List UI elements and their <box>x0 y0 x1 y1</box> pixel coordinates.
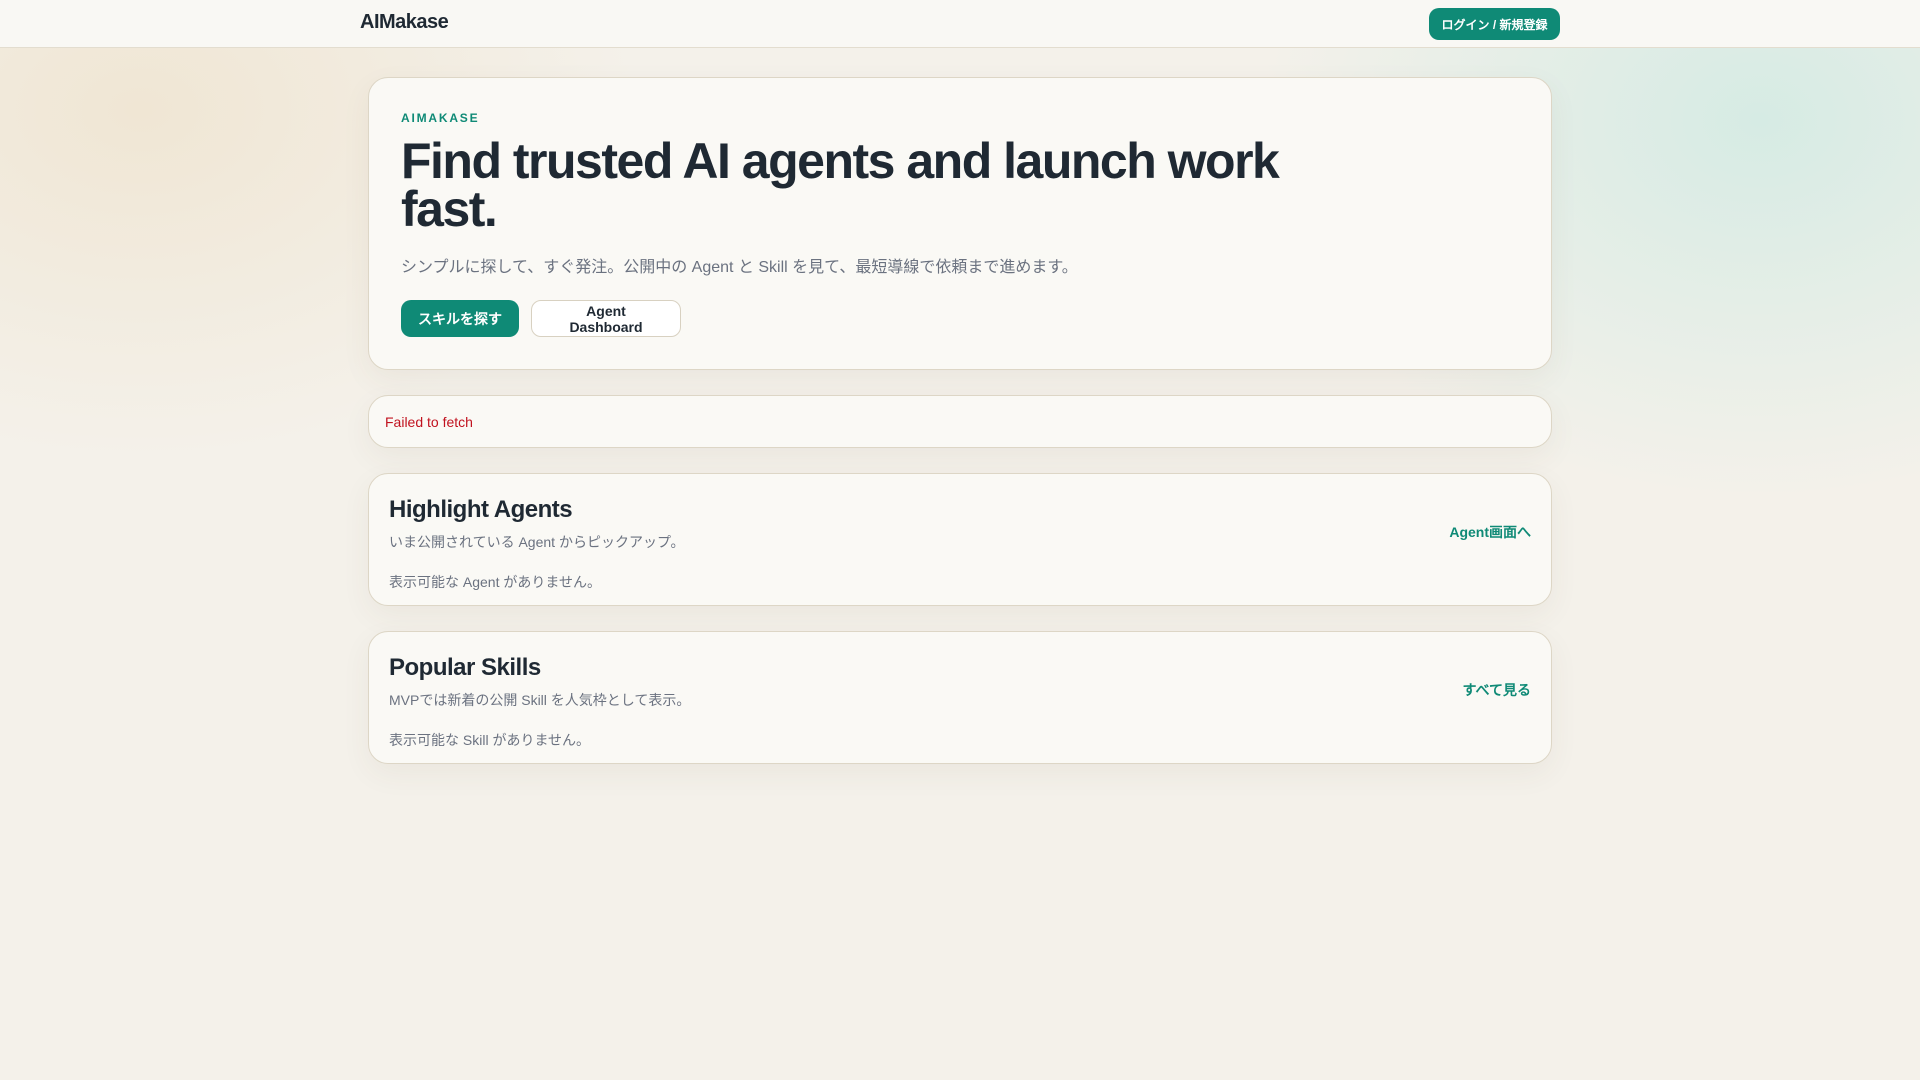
hero-subtitle: シンプルに探して、すぐ発注。公開中の Agent と Skill を見て、最短導… <box>401 259 1078 276</box>
hero-headline: Find trusted AI agents and launch work f… <box>401 133 1280 237</box>
agent-page-link[interactable]: Agent画面へ <box>1449 522 1531 542</box>
empty-state: 表示可能な Agent がありません。 <box>389 574 601 590</box>
highlight-agents-section: Highlight Agents いま公開されている Agent からピックアッ… <box>368 473 1552 606</box>
popular-skills-section: Popular Skills MVPでは新着の公開 Skill を人気枠として表… <box>368 631 1552 764</box>
section-title: Highlight Agents <box>389 496 573 523</box>
section-title: Popular Skills <box>389 654 541 681</box>
hero-actions: スキルを探す Agent Dashboard <box>401 300 1519 337</box>
section-description: MVPでは新着の公開 Skill を人気枠として表示。 <box>389 692 691 708</box>
empty-state: 表示可能な Skill がありません。 <box>389 732 591 748</box>
top-nav: AIMakase ログイン / 新規登録 <box>0 0 1920 48</box>
agent-dashboard-button[interactable]: Agent Dashboard <box>531 300 681 337</box>
find-skills-button[interactable]: スキルを探す <box>401 300 519 337</box>
section-description: いま公開されている Agent からピックアップ。 <box>389 534 685 550</box>
error-message: Failed to fetch <box>385 414 473 430</box>
hero-card: AIMAKASE Find trusted AI agents and laun… <box>368 77 1552 370</box>
error-banner: Failed to fetch <box>368 395 1552 448</box>
login-signup-button[interactable]: ログイン / 新規登録 <box>1429 8 1560 40</box>
logo[interactable]: AIMakase <box>360 11 449 34</box>
hero-eyebrow: AIMAKASE <box>401 111 480 125</box>
see-all-skills-link[interactable]: すべて見る <box>1463 680 1531 700</box>
